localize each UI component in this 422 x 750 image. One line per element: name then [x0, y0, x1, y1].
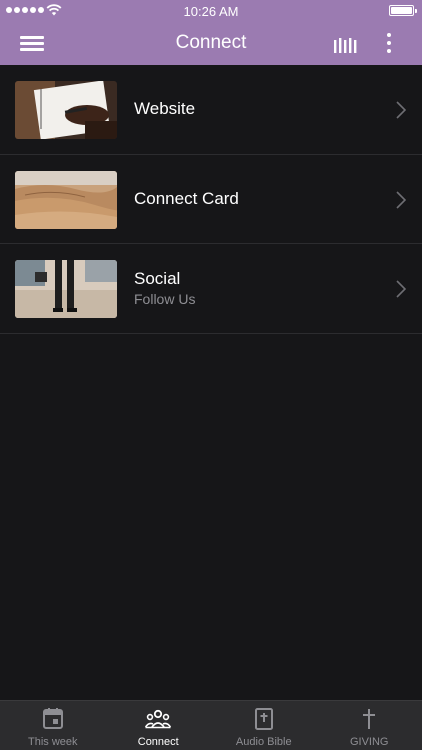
status-time: 10:26 AM [183, 4, 239, 19]
page-title: Connect [175, 32, 247, 53]
more-options-icon[interactable] [380, 31, 398, 55]
nav-bar: Connect [0, 22, 422, 65]
status-bar: 10:26 AM [0, 0, 422, 22]
website-thumbnail [15, 81, 117, 139]
connect-list: Website Connect Card Social Follow Us [0, 65, 422, 334]
chevron-right-icon [396, 101, 406, 119]
list-item-title: Social [134, 269, 181, 288]
calendar-icon [42, 708, 63, 729]
tab-audio-bible[interactable]: Audio Bible [211, 701, 317, 750]
list-item-social[interactable]: Social Follow Us [0, 244, 422, 334]
chevron-right-icon [396, 280, 406, 298]
tab-connect[interactable]: Connect [106, 701, 212, 750]
tab-this-week[interactable]: This week [0, 701, 106, 750]
tab-label: Audio Bible [235, 736, 292, 748]
tab-label: Connect [137, 736, 179, 748]
people-icon [145, 709, 172, 729]
tab-label: This week [27, 736, 78, 748]
tab-label: GIVING [349, 736, 389, 748]
social-thumbnail [15, 260, 117, 318]
battery-icon [389, 5, 417, 16]
list-item-subtitle: Follow Us [134, 291, 196, 307]
app-header-background: 10:26 AM Connect [0, 0, 422, 65]
list-item-title: Connect Card [134, 188, 239, 208]
audio-bars-icon[interactable] [333, 35, 357, 53]
list-item-website[interactable]: Website [0, 65, 422, 155]
tab-bar: This week Connect Audio Bible GIVING [0, 700, 422, 750]
tab-giving[interactable]: GIVING [317, 701, 422, 750]
chevron-right-icon [396, 190, 406, 209]
cross-icon [363, 709, 376, 729]
connect-card-thumbnail [15, 170, 117, 229]
list-item-connect-card[interactable]: Connect Card [0, 155, 422, 244]
list-item-title: Website [134, 99, 196, 118]
bible-icon [254, 708, 273, 730]
